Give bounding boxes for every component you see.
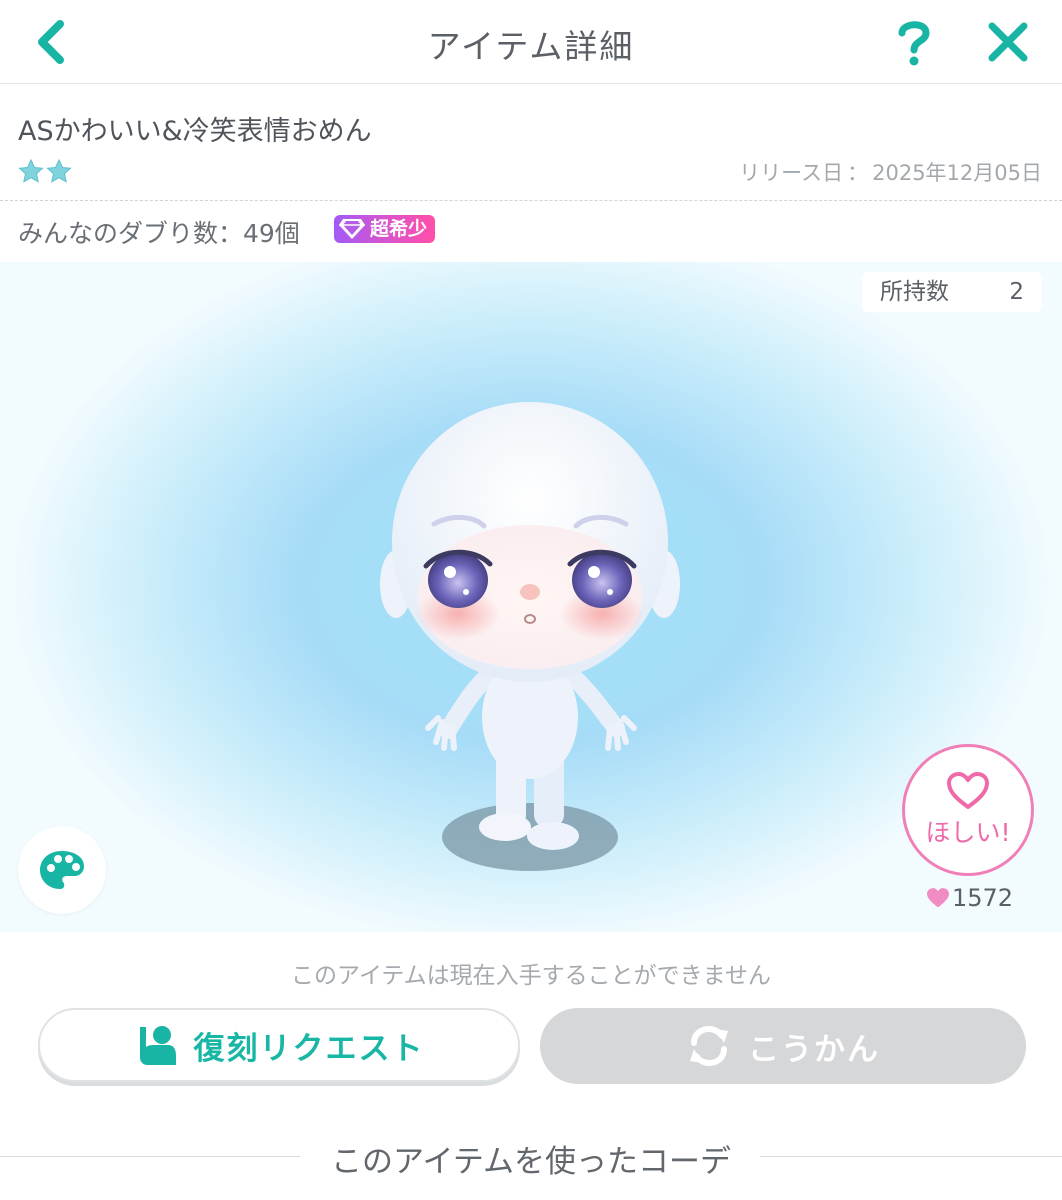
star-icon — [18, 159, 44, 183]
duplicate-count: みんなのダブり数：49個 — [18, 219, 300, 248]
owned-label: 所持数 — [880, 279, 949, 305]
owned-count-box: 所持数 2 — [862, 272, 1042, 312]
rarity-badge-label: 超希少 — [370, 218, 428, 240]
revival-request-button[interactable]: 復刻リクエスト — [38, 1008, 520, 1082]
release-separator: ： — [847, 161, 869, 185]
heart-icon — [927, 888, 949, 908]
help-button[interactable] — [884, 14, 944, 70]
duplicate-count-row: みんなのダブり数：49個 — [0, 202, 1062, 260]
star-icon — [46, 159, 72, 183]
rarity-stars — [18, 159, 72, 183]
want-label: ほしい! — [925, 818, 1011, 847]
heart-outline-icon — [947, 772, 989, 809]
raise-hand-icon — [139, 1026, 176, 1065]
top-bar: アイテム詳細 — [0, 0, 1062, 84]
diamond-icon — [339, 219, 365, 239]
release-label: リリース日 — [739, 161, 844, 185]
like-count: 1572 — [926, 884, 1013, 912]
want-button[interactable]: ほしい! — [902, 744, 1034, 876]
exchange-label: こうかん — [748, 1031, 880, 1068]
release-date: リリース日： 2025年12月05日 — [739, 157, 1042, 187]
close-icon — [988, 22, 1028, 62]
exchange-button[interactable]: こうかん — [540, 1008, 1026, 1084]
color-palette-button[interactable] — [18, 826, 106, 914]
coordinate-section-header: このアイテムを使ったコーデ — [0, 1134, 1062, 1180]
rarity-badge: 超希少 — [334, 215, 436, 243]
section-title: このアイテムを使ったコーデ — [331, 1144, 731, 1180]
owned-count: 2 — [1009, 279, 1024, 305]
exchange-icon — [690, 1025, 728, 1067]
item-preview-stage: 所持数 2 ほしい! 1572 — [0, 262, 1062, 932]
item-name: ASかわいい&冷笑表情おめん — [18, 116, 372, 147]
item-info-panel: ASかわいい&冷笑表情おめん リリース日： 2025年12月05日 — [0, 85, 1062, 201]
revival-request-label: 復刻リクエスト — [193, 1030, 425, 1067]
question-icon — [898, 21, 930, 66]
palette-icon — [40, 851, 84, 889]
close-button[interactable] — [978, 14, 1038, 70]
divider — [760, 1156, 1062, 1157]
like-count-value: 1572 — [952, 884, 1014, 912]
release-value: 2025年12月05日 — [872, 161, 1042, 185]
unavailable-notice: このアイテムは現在入手することができません — [290, 963, 771, 989]
avatar-preview — [380, 402, 680, 871]
